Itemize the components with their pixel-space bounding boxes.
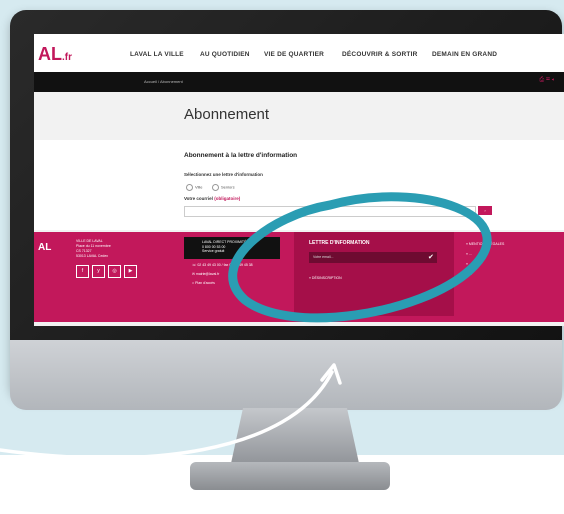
annotation-arrow (0, 370, 334, 460)
annotation-overlay (0, 192, 492, 460)
annotation-circle (228, 192, 492, 323)
